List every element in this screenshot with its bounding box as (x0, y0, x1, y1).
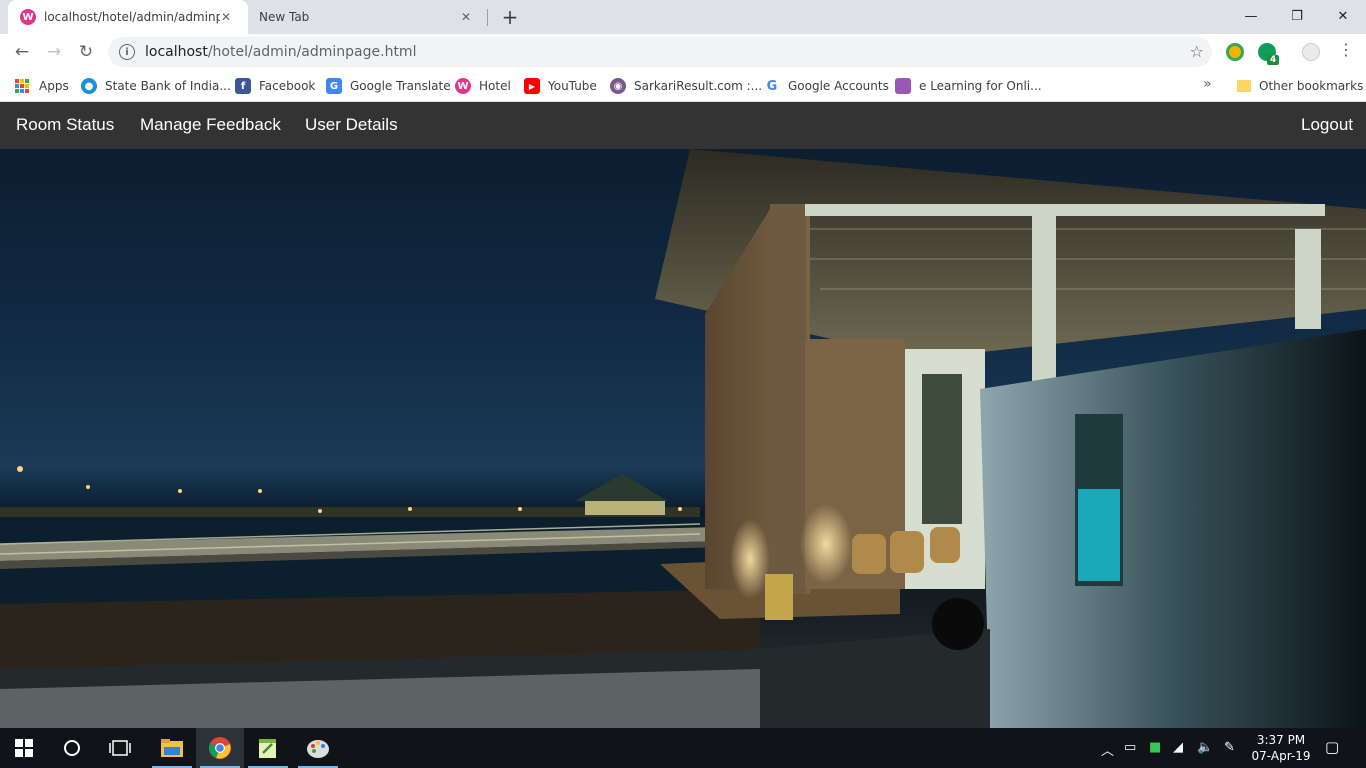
action-center-icon[interactable]: ▢ (1325, 738, 1339, 756)
url-text[interactable]: localhost/hotel/admin/adminpage.html (145, 44, 416, 60)
url-host: localhost (145, 44, 208, 60)
bookmark-star-icon[interactable]: ☆ (1190, 42, 1204, 61)
bookmark-facebook[interactable]: f Facebook (235, 76, 315, 96)
extension-icon[interactable] (1226, 43, 1244, 61)
hotel-icon: W (455, 78, 471, 94)
bookmark-label: State Bank of India... (105, 79, 231, 93)
clock-date: 07-Apr-19 (1251, 749, 1311, 763)
system-clock[interactable]: 3:37 PM 07-Apr-19 (1250, 732, 1312, 764)
close-tab-icon[interactable]: ✕ (218, 9, 234, 25)
windows-taskbar: ︿ ▭ ■ ◢ 🔈 ✎ 3:37 PM 07-Apr-19 ▢ (0, 728, 1366, 768)
reload-button[interactable]: ↻ (73, 39, 99, 65)
notepad-plus-button[interactable] (244, 728, 292, 768)
bookmark-other[interactable]: Other bookmarks (1237, 76, 1363, 96)
close-window-button[interactable]: ✕ (1320, 0, 1366, 32)
pen-workspace-icon[interactable]: ✎ (1224, 740, 1235, 755)
tab-adminpage[interactable]: W localhost/hotel/admin/adminpag ✕ (8, 0, 248, 34)
apps-grid-icon (15, 79, 29, 93)
folder-icon (1237, 80, 1251, 92)
cortana-circle-icon (64, 740, 80, 756)
forward-button[interactable]: → (41, 39, 67, 65)
tab-title: localhost/hotel/admin/adminpag (44, 10, 220, 24)
bookmark-sbi[interactable]: ● State Bank of India... (81, 76, 231, 96)
bookmark-hotel[interactable]: W Hotel (455, 76, 511, 96)
bookmark-label: SarkariResult.com :... (634, 79, 763, 93)
profile-avatar[interactable] (1302, 43, 1320, 61)
extension-badge: 4 (1267, 55, 1280, 65)
bookmarks-bar: Apps ● State Bank of India... f Facebook… (0, 70, 1366, 102)
site-info-icon[interactable]: i (119, 44, 135, 60)
facebook-icon: f (235, 78, 251, 94)
windows-start-button[interactable] (0, 728, 48, 768)
windows-logo-icon (15, 739, 33, 757)
sbi-icon: ● (81, 78, 97, 94)
elearning-icon (895, 78, 911, 94)
volume-icon[interactable]: 🔈 (1197, 740, 1213, 755)
nav-logout[interactable]: Logout (1301, 115, 1353, 135)
notepad-icon (259, 739, 276, 758)
chrome-taskbar-button[interactable] (196, 728, 244, 768)
google-icon: G (764, 78, 780, 94)
app-tray-icon[interactable]: ■ (1149, 740, 1161, 755)
network-icon[interactable]: ◢ (1173, 740, 1183, 755)
bookmark-google-translate[interactable]: G Google Translate (326, 76, 451, 96)
sarkari-icon: ◉ (610, 78, 626, 94)
bookmark-label: e Learning for Onli... (919, 79, 1042, 93)
nav-manage-feedback[interactable]: Manage Feedback (140, 115, 281, 135)
more-bookmarks-icon[interactable]: » (1203, 76, 1212, 92)
tab-title: New Tab (259, 10, 310, 24)
hero-background-image (0, 149, 1366, 728)
close-tab-icon[interactable]: ✕ (458, 9, 474, 25)
youtube-icon: ▶ (524, 78, 540, 94)
bookmark-youtube[interactable]: ▶ YouTube (524, 76, 597, 96)
new-tab-button[interactable]: + (499, 5, 521, 29)
tab-separator (487, 9, 488, 26)
nav-user-details[interactable]: User Details (305, 115, 398, 135)
bookmark-label: Hotel (479, 79, 511, 93)
resort-night-scene (0, 149, 1366, 728)
tab-new-tab[interactable]: New Tab ✕ (248, 0, 488, 34)
bookmark-label: Facebook (259, 79, 316, 93)
bookmark-label: YouTube (548, 79, 597, 93)
task-view-icon (109, 740, 131, 756)
paint-palette-icon (307, 740, 329, 758)
chrome-menu-icon[interactable]: ⋮ (1338, 40, 1354, 59)
page-viewport: Room Status Manage Feedback User Details… (0, 102, 1366, 728)
battery-icon[interactable]: ▭ (1124, 740, 1136, 755)
wamp-favicon-icon: W (20, 9, 36, 25)
file-explorer-button[interactable] (148, 728, 196, 768)
address-bar[interactable]: i localhost/hotel/admin/adminpage.html ☆ (108, 37, 1212, 67)
browser-toolbar: ← → ↻ i localhost/hotel/admin/adminpage.… (0, 34, 1366, 70)
url-path: /hotel/admin/adminpage.html (207, 44, 417, 60)
task-view-button[interactable] (96, 728, 144, 768)
bookmark-sarkari[interactable]: ◉ SarkariResult.com :... (610, 76, 762, 96)
bookmark-apps[interactable]: Apps (15, 76, 69, 96)
cortana-search-button[interactable] (48, 728, 96, 768)
admin-navbar: Room Status Manage Feedback User Details… (0, 102, 1366, 149)
bookmark-label: Other bookmarks (1259, 79, 1364, 93)
paint-button[interactable] (294, 728, 342, 768)
bookmark-google-accounts[interactable]: G Google Accounts (764, 76, 889, 96)
bookmark-label: Google Accounts (788, 79, 889, 93)
back-button[interactable]: ← (9, 39, 35, 65)
show-hidden-icons-icon[interactable]: ︿ (1101, 740, 1114, 759)
google-translate-icon: G (326, 78, 342, 94)
bookmark-label: Apps (39, 79, 69, 93)
clock-time: 3:37 PM (1256, 733, 1306, 747)
tab-strip: W localhost/hotel/admin/adminpag ✕ New T… (0, 0, 1366, 34)
restore-button[interactable]: ❐ (1274, 0, 1320, 32)
chrome-icon (208, 737, 231, 759)
bookmark-elearning[interactable]: e Learning for Onli... (895, 76, 1042, 96)
bookmark-label: Google Translate (350, 79, 451, 93)
nav-room-status[interactable]: Room Status (16, 115, 114, 135)
minimize-button[interactable]: — (1228, 0, 1274, 32)
folder-icon (161, 739, 183, 757)
